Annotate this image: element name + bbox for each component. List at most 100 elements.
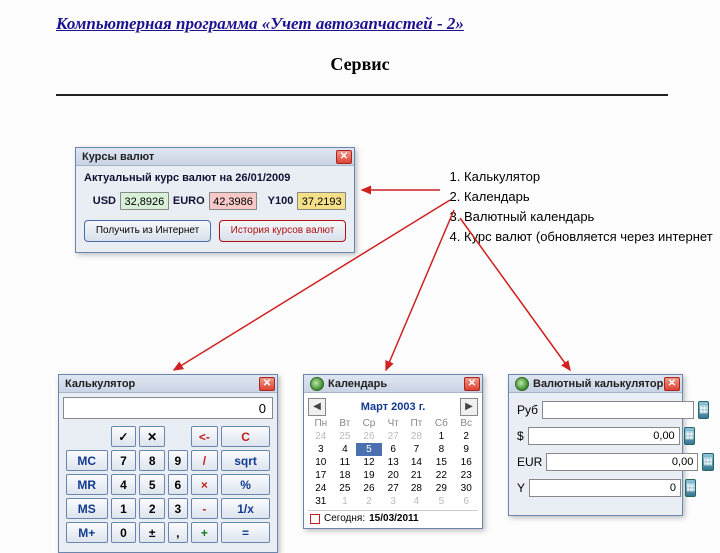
calc-icon[interactable]: ▦: [702, 453, 713, 471]
calendar-day[interactable]: 5: [428, 495, 454, 508]
calendar-day[interactable]: 27: [382, 482, 405, 495]
section-title: Сервис: [0, 54, 720, 75]
clear-key[interactable]: C: [221, 426, 270, 447]
calendar-day[interactable]: 20: [382, 469, 405, 482]
calendar-day[interactable]: 30: [454, 482, 478, 495]
calendar-day[interactable]: 4: [405, 495, 429, 508]
sqrt-key[interactable]: sqrt: [221, 450, 270, 471]
dow-label: Вс: [454, 417, 478, 430]
close-icon[interactable]: ✕: [464, 377, 480, 391]
calendar-day[interactable]: 3: [382, 495, 405, 508]
calc-icon[interactable]: ▦: [685, 479, 696, 497]
calendar-day[interactable]: 27: [382, 430, 405, 443]
calendar-day[interactable]: 11: [334, 456, 356, 469]
calendar-day[interactable]: 5: [356, 443, 382, 456]
euro-value: 42,3986: [209, 192, 258, 210]
n1[interactable]: 1: [111, 498, 137, 519]
mc-key[interactable]: MC: [66, 450, 108, 471]
n7[interactable]: 7: [111, 450, 137, 471]
currency-row: EUR▦: [517, 453, 674, 471]
calendar-day[interactable]: 18: [334, 469, 356, 482]
titlebar[interactable]: Валютный калькулятор ✕: [509, 375, 682, 393]
n3[interactable]: 3: [168, 498, 188, 519]
calendar-day[interactable]: 13: [382, 456, 405, 469]
close-icon[interactable]: ✕: [664, 377, 680, 391]
calendar-day[interactable]: 17: [308, 469, 334, 482]
calendar-day[interactable]: 25: [334, 482, 356, 495]
calendar-day[interactable]: 15: [428, 456, 454, 469]
check-key[interactable]: ✓: [111, 426, 137, 447]
calendar-day[interactable]: 28: [405, 482, 429, 495]
calendar-day[interactable]: 26: [356, 482, 382, 495]
close-icon[interactable]: ✕: [259, 377, 275, 391]
window-title: Календарь: [328, 378, 464, 390]
calendar-day[interactable]: 1: [334, 495, 356, 508]
dow-label: Ср: [356, 417, 382, 430]
history-button[interactable]: История курсов валют: [219, 220, 346, 242]
n4[interactable]: 4: [111, 474, 137, 495]
div-key[interactable]: /: [191, 450, 219, 471]
n2[interactable]: 2: [139, 498, 165, 519]
globe-icon: [515, 377, 529, 391]
calendar-day[interactable]: 24: [308, 430, 334, 443]
calendar-grid: ПнВтСрЧтПтСбВс24252627281234567891011121…: [308, 417, 478, 508]
calendar-day[interactable]: 26: [356, 430, 382, 443]
inv-key[interactable]: 1/x: [221, 498, 270, 519]
calc-icon[interactable]: ▦: [684, 427, 695, 445]
calendar-day[interactable]: 12: [356, 456, 382, 469]
titlebar[interactable]: Курсы валют ✕: [76, 148, 354, 166]
sub-key[interactable]: -: [191, 498, 219, 519]
calendar-day[interactable]: 29: [428, 482, 454, 495]
calendar-day[interactable]: 22: [428, 469, 454, 482]
calc-display: 0: [63, 397, 273, 419]
y100-value: 37,2193: [297, 192, 346, 210]
calendar-day[interactable]: 8: [428, 443, 454, 456]
window-title: Курсы валют: [82, 151, 336, 163]
currency-input[interactable]: [529, 479, 681, 497]
dow-label: Пт: [405, 417, 429, 430]
calendar-day[interactable]: 21: [405, 469, 429, 482]
calendar-day[interactable]: 16: [454, 456, 478, 469]
calc-icon[interactable]: ▦: [698, 401, 709, 419]
prev-month-button[interactable]: ◀: [308, 398, 326, 416]
mr-key[interactable]: MR: [66, 474, 108, 495]
currency-label: Руб: [517, 403, 538, 417]
pct-key[interactable]: %: [221, 474, 270, 495]
calendar-day[interactable]: 2: [454, 430, 478, 443]
n9[interactable]: 9: [168, 450, 188, 471]
calendar-day[interactable]: 24: [308, 482, 334, 495]
calendar-day[interactable]: 19: [356, 469, 382, 482]
feature-item: Калькулятор: [464, 168, 713, 187]
close-icon[interactable]: ✕: [336, 150, 352, 164]
calendar-day[interactable]: 10: [308, 456, 334, 469]
calendar-day[interactable]: 1: [428, 430, 454, 443]
currency-input[interactable]: [542, 401, 694, 419]
euro-label: EURO: [173, 195, 205, 207]
calendar-day[interactable]: 6: [454, 495, 478, 508]
currency-input[interactable]: [528, 427, 680, 445]
calendar-day[interactable]: 23: [454, 469, 478, 482]
calendar-day[interactable]: 14: [405, 456, 429, 469]
calendar-day[interactable]: 7: [405, 443, 429, 456]
calendar-day[interactable]: 2: [356, 495, 382, 508]
titlebar[interactable]: Календарь ✕: [304, 375, 482, 393]
calendar-day[interactable]: 28: [405, 430, 429, 443]
next-month-button[interactable]: ▶: [460, 398, 478, 416]
calendar-day[interactable]: 31: [308, 495, 334, 508]
xkey[interactable]: ✕: [139, 426, 165, 447]
calendar-day[interactable]: 6: [382, 443, 405, 456]
calendar-day[interactable]: 3: [308, 443, 334, 456]
mul-key[interactable]: ×: [191, 474, 219, 495]
titlebar[interactable]: Калькулятор ✕: [59, 375, 277, 393]
calendar-day[interactable]: 25: [334, 430, 356, 443]
n8[interactable]: 8: [139, 450, 165, 471]
n5[interactable]: 5: [139, 474, 165, 495]
calendar-day[interactable]: 4: [334, 443, 356, 456]
n6[interactable]: 6: [168, 474, 188, 495]
calendar-day[interactable]: 9: [454, 443, 478, 456]
fetch-internet-button[interactable]: Получить из Интернет: [84, 220, 211, 242]
back-key[interactable]: <-: [191, 426, 219, 447]
today-bar[interactable]: Сегодня: 15/03/2011: [308, 510, 478, 524]
ms-key[interactable]: MS: [66, 498, 108, 519]
currency-input[interactable]: [546, 453, 698, 471]
